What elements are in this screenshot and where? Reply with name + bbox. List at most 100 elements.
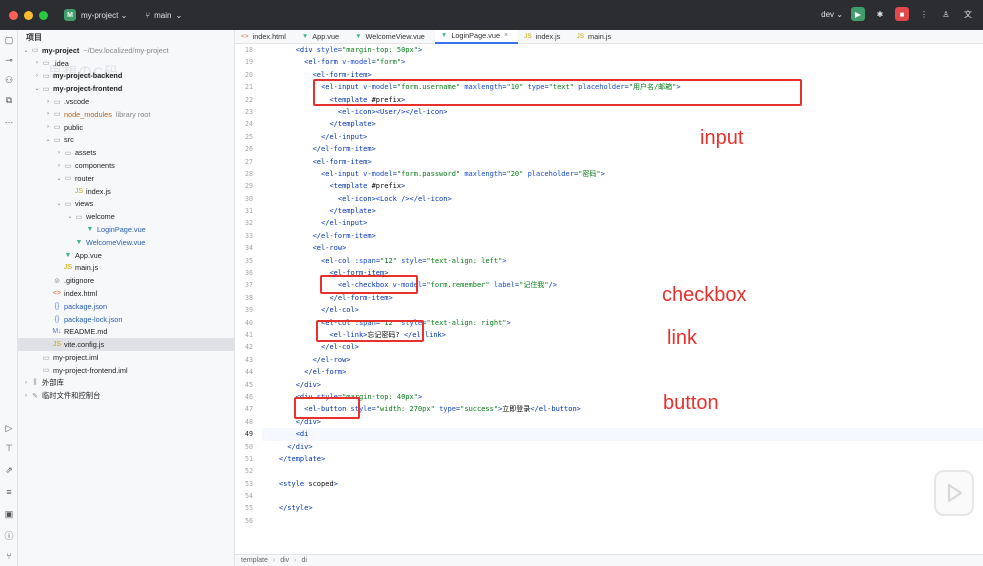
tree-item[interactable]: {} package.json	[18, 300, 234, 313]
minimize-window-button[interactable]	[24, 10, 33, 20]
zoom-window-button[interactable]	[39, 10, 48, 20]
chevron-down-icon[interactable]: ⌄	[66, 213, 74, 220]
close-icon[interactable]: ×	[504, 32, 508, 39]
tree-item[interactable]: ▭ my-project.iml	[18, 351, 234, 364]
code-line[interactable]: </el-form>	[262, 366, 983, 378]
code-line[interactable]: </el-form-item>	[262, 230, 983, 242]
translate-icon[interactable]: 文	[961, 7, 975, 21]
tree-item[interactable]: › ✎ 临时文件和控制台	[18, 390, 234, 403]
project-switcher[interactable]: my-project ⌄	[81, 11, 127, 20]
project-badge[interactable]: M	[64, 9, 76, 21]
code-line[interactable]: </div>	[262, 441, 983, 453]
project-tool-icon[interactable]: ▢	[3, 34, 15, 46]
code-line[interactable]: <el-form v-model="form">	[262, 56, 983, 68]
tab-welcomeview-vue[interactable]: ▼ WelcomeView.vue	[349, 30, 435, 44]
build-tool-icon[interactable]: ⊤	[3, 442, 15, 454]
chevron-down-icon[interactable]: ⌄	[33, 85, 41, 92]
code-line[interactable]: <el-col :span="12" style="text-align: le…	[262, 255, 983, 267]
tree-item[interactable]: ▼ LoginPage.vue	[18, 223, 234, 236]
project-panel-title[interactable]: 项目	[18, 30, 234, 44]
code-editor[interactable]: <div style="margin-top: 50px"> <el-form …	[262, 44, 983, 554]
code-line[interactable]: </template>	[262, 205, 983, 217]
tree-item[interactable]: ⌄ ▭ src	[18, 134, 234, 147]
close-window-button[interactable]	[9, 10, 18, 20]
chevron-down-icon[interactable]: ⌄	[22, 47, 30, 54]
tree-item[interactable]: ⌄ ▭ welcome	[18, 210, 234, 223]
code-line[interactable]	[262, 515, 983, 527]
tree-item[interactable]: JS vite.config.js	[18, 338, 234, 352]
chevron-right-icon[interactable]: ›	[22, 393, 30, 399]
branch-switcher[interactable]: ⑂ main ⌄	[145, 11, 182, 20]
todo-tool-icon[interactable]: ≡	[3, 486, 15, 498]
tree-item[interactable]: › ▭ .vscode	[18, 95, 234, 108]
tab-app-vue[interactable]: ▼ App.vue	[296, 30, 349, 44]
chevron-right-icon[interactable]: ›	[44, 99, 52, 105]
chevron-right-icon[interactable]: ›	[44, 111, 52, 117]
tree-item[interactable]: ▼ App.vue	[18, 249, 234, 262]
tree-item[interactable]: JS index.js	[18, 185, 234, 198]
tree-item[interactable]: ⊘ .gitignore	[18, 274, 234, 287]
code-line[interactable]: </template>	[262, 118, 983, 130]
chevron-down-icon[interactable]: ⌄	[44, 136, 52, 143]
tab-loginpage-vue[interactable]: ▼ LoginPage.vue ×	[434, 29, 519, 44]
debug-icon[interactable]: ✱	[873, 7, 887, 21]
chevron-down-icon[interactable]: ⌄	[55, 200, 63, 207]
tree-item[interactable]: <> index.html	[18, 287, 234, 300]
code-line[interactable]	[262, 465, 983, 477]
code-line[interactable]: </el-form-item>	[262, 143, 983, 155]
code-line[interactable]: </el-col>	[262, 304, 983, 316]
code-line[interactable]: <el-row>	[262, 242, 983, 254]
tree-item[interactable]: ▼ WelcomeView.vue	[18, 236, 234, 249]
code-line[interactable]	[262, 490, 983, 502]
code-line[interactable]: </el-row>	[262, 354, 983, 366]
code-line[interactable]: <div style="margin-top: 50px">	[262, 44, 983, 56]
code-line[interactable]: </el-col>	[262, 341, 983, 353]
chevron-right-icon[interactable]: ›	[22, 380, 30, 386]
code-line[interactable]: <style scoped>	[262, 478, 983, 490]
code-line[interactable]: </el-input>	[262, 217, 983, 229]
tree-item[interactable]: ⌄ ▭ views	[18, 198, 234, 211]
tree-item[interactable]: › ▭ node_modules library root	[18, 108, 234, 121]
tree-item[interactable]: ⌄ ▭ my-project ~/Dev.localized/my-project	[18, 44, 234, 57]
problems-tool-icon[interactable]: ⓘ	[3, 530, 15, 542]
code-line[interactable]: <el-button style="width: 270px" type="su…	[262, 403, 983, 415]
floating-play-widget[interactable]	[934, 470, 974, 516]
more-tools-icon[interactable]: …	[3, 114, 15, 126]
code-line[interactable]: <el-icon><User/></el-icon>	[262, 106, 983, 118]
chevron-down-icon[interactable]: ⌄	[55, 175, 63, 182]
tree-item[interactable]: › ▭ assets	[18, 146, 234, 159]
tree-item[interactable]: M↓ README.md	[18, 326, 234, 339]
breadcrumb-item[interactable]: div	[280, 557, 289, 564]
chevron-right-icon[interactable]: ›	[33, 73, 41, 79]
chevron-right-icon[interactable]: ›	[44, 124, 52, 130]
tree-item[interactable]: › ▭ public	[18, 121, 234, 134]
code-line[interactable]: <div style="margin-top: 40px">	[262, 391, 983, 403]
tree-item[interactable]: ⌄ ▭ my-project-frontend	[18, 82, 234, 95]
tree-item[interactable]: › ⫼ 外部库	[18, 377, 234, 390]
commit-tool-icon[interactable]: ⊸	[3, 54, 15, 66]
breadcrumb-item[interactable]: template	[241, 557, 268, 564]
tab-main-js[interactable]: JS main.js	[570, 30, 621, 44]
git-tool-icon[interactable]: ⑂	[3, 550, 15, 562]
run-icon[interactable]: ▶	[851, 7, 865, 21]
tree-item[interactable]: › ▭ components	[18, 159, 234, 172]
tab-index-html[interactable]: <> index.html	[235, 30, 296, 44]
code-line[interactable]: <template #prefix>	[262, 180, 983, 192]
more-icon[interactable]: ⋮	[917, 7, 931, 21]
code-line[interactable]: </style>	[262, 502, 983, 514]
terminal-tool-icon[interactable]: ▣	[3, 508, 15, 520]
run-tool-icon[interactable]: ▷	[3, 422, 15, 434]
chevron-right-icon[interactable]: ›	[33, 60, 41, 66]
code-line[interactable]: </el-input>	[262, 131, 983, 143]
chevron-right-icon[interactable]: ›	[55, 150, 63, 156]
structure-tool-icon[interactable]: ⚇	[3, 74, 15, 86]
tree-item[interactable]: JS main.js	[18, 262, 234, 275]
tree-item[interactable]: › ▭ my-project-backend	[18, 70, 234, 83]
code-line[interactable]: <el-icon><Lock /></el-icon>	[262, 193, 983, 205]
code-line[interactable]: <di	[262, 428, 983, 441]
tree-item[interactable]: {} package-lock.json	[18, 313, 234, 326]
chevron-right-icon[interactable]: ›	[55, 163, 63, 169]
tree-item[interactable]: › ▭ .idea	[18, 57, 234, 70]
tree-item[interactable]: ⌄ ▭ router	[18, 172, 234, 185]
breadcrumb-item[interactable]: di	[302, 557, 307, 564]
